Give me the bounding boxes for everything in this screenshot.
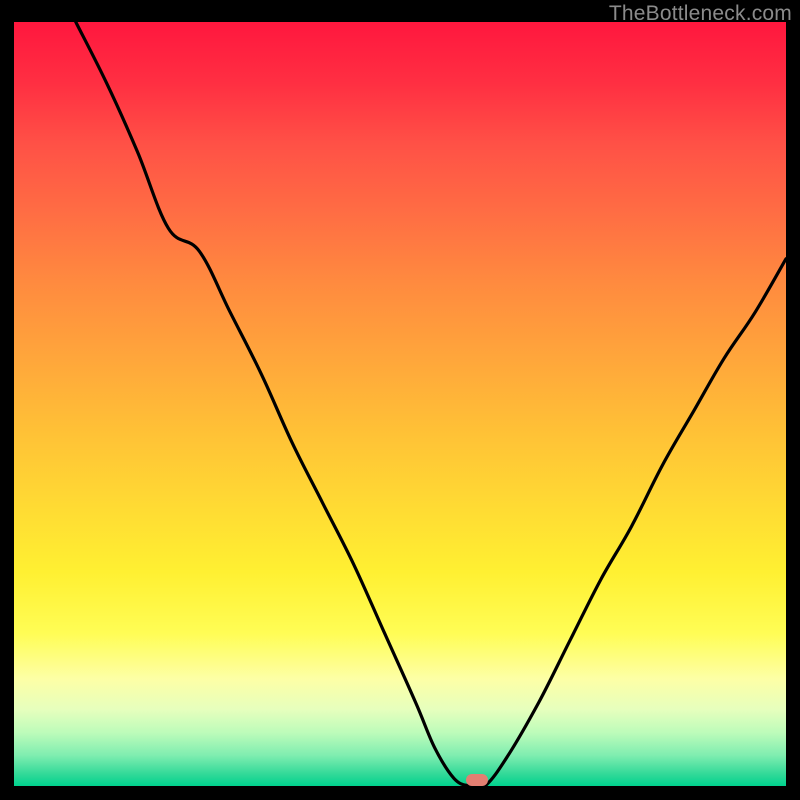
optimal-point-marker [466,774,488,786]
plot-area [14,22,786,786]
chart-frame: TheBottleneck.com [0,0,800,800]
bottleneck-curve [14,22,786,786]
